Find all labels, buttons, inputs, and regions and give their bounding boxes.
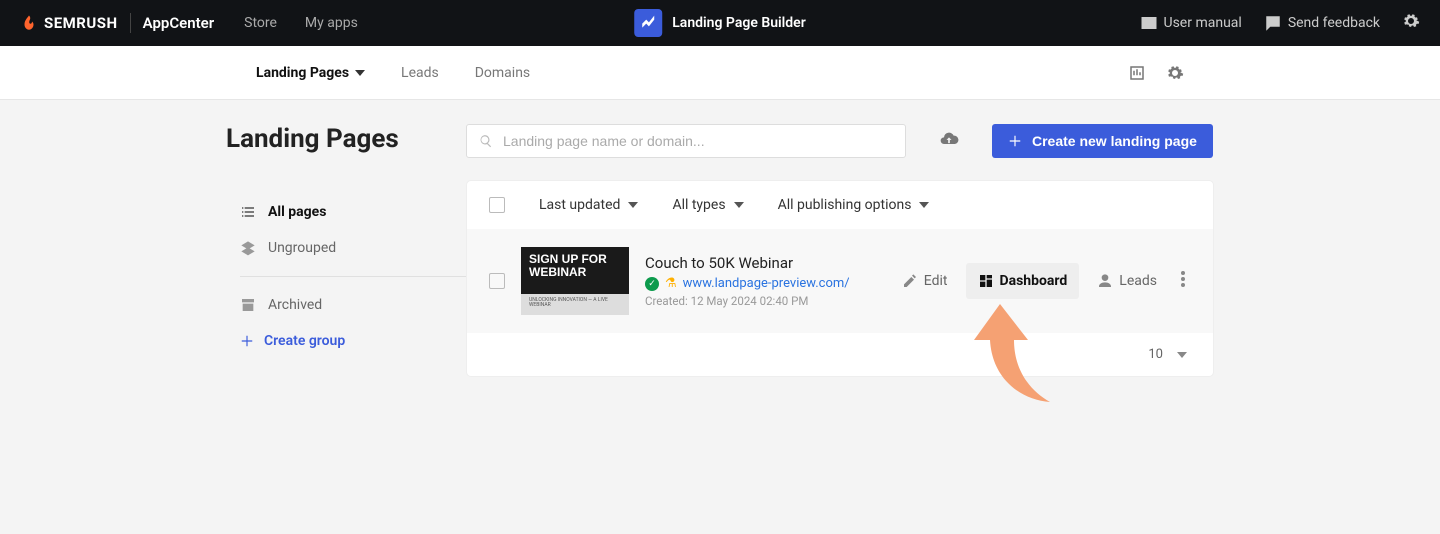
edit-button[interactable]: Edit <box>890 263 960 299</box>
filter-last-updated[interactable]: Last updated <box>539 197 638 213</box>
plus-icon <box>1008 134 1022 148</box>
layers-icon <box>240 240 256 256</box>
cloud-upload-button[interactable] <box>939 129 959 153</box>
filter-row: Last updated All types All publishing op… <box>467 181 1213 229</box>
chat-icon <box>1264 14 1282 32</box>
tab-label: Landing Pages <box>256 65 349 81</box>
nav-myapps[interactable]: My apps <box>305 15 358 31</box>
leads-button[interactable]: Leads <box>1085 263 1169 299</box>
sidebar-list: All pages Ungrouped Archived Create grou… <box>226 194 466 359</box>
semrush-icon <box>20 14 38 32</box>
sidebar: Landing Pages All pages Ungrouped Archiv… <box>0 124 466 377</box>
top-controls: Create new landing page <box>466 124 1214 158</box>
caret-down-icon[interactable] <box>1177 352 1187 358</box>
topbar-right: User manual Send feedback <box>1140 12 1421 34</box>
send-feedback-label: Send feedback <box>1288 15 1380 31</box>
page-url-link[interactable]: www.landpage-preview.com/c <box>683 276 849 291</box>
create-group-label: Create group <box>264 333 345 349</box>
published-badge-icon <box>645 277 659 291</box>
caret-down-icon <box>919 202 929 208</box>
more-vert-icon <box>1181 271 1185 287</box>
row-checkbox[interactable] <box>489 273 505 289</box>
thumb-sub: UNLOCKING INNOVATION — A LIVE WEBINAR <box>521 294 629 316</box>
subnav: Landing Pages Leads Domains <box>0 46 1440 100</box>
row-title[interactable]: Couch to 50K Webinar <box>645 254 874 272</box>
caret-down-icon <box>734 202 744 208</box>
current-app: Landing Page Builder <box>634 9 806 37</box>
app-icon <box>634 9 662 37</box>
filter-label: Last updated <box>539 197 620 213</box>
create-group-button[interactable]: Create group <box>226 323 466 359</box>
topbar: SEMRUSH AppCenter Store My apps Landing … <box>0 0 1440 46</box>
table-row: SIGN UP FOR WEBINAR UNLOCKING INNOVATION… <box>467 229 1213 333</box>
page-thumbnail[interactable]: SIGN UP FOR WEBINAR UNLOCKING INNOVATION… <box>521 247 629 315</box>
landing-pages-panel: Last updated All types All publishing op… <box>466 180 1214 377</box>
page-title: Landing Pages <box>226 124 466 154</box>
leads-label: Leads <box>1119 273 1157 289</box>
filter-all-types[interactable]: All types <box>672 197 743 213</box>
sidebar-item-label: All pages <box>268 204 326 220</box>
content: Create new landing page Last updated All… <box>466 124 1214 377</box>
gear-icon[interactable] <box>1166 64 1184 82</box>
caret-down-icon <box>628 202 638 208</box>
search-input[interactable] <box>503 133 893 149</box>
row-meta: ⚗ www.landpage-preview.com/c <box>645 276 874 291</box>
brand-logo[interactable]: SEMRUSH <box>20 14 118 32</box>
thumb-text: SIGN UP FOR WEBINAR <box>521 247 629 278</box>
sidebar-item-label: Archived <box>268 297 322 313</box>
subnav-tabs: Landing Pages Leads Domains <box>256 65 530 81</box>
filter-label: All publishing options <box>778 197 912 213</box>
thumb-line: SIGN UP FOR <box>529 253 621 266</box>
cloud-icon <box>939 129 959 149</box>
app-title: Landing Page Builder <box>672 15 806 31</box>
divider <box>240 276 466 277</box>
more-menu-button[interactable] <box>1175 265 1191 297</box>
ab-test-icon: ⚗ <box>665 276 677 291</box>
tab-landing-pages[interactable]: Landing Pages <box>256 65 365 81</box>
brand-name: SEMRUSH <box>44 14 118 32</box>
send-feedback-link[interactable]: Send feedback <box>1264 14 1380 32</box>
sidebar-item-ungrouped[interactable]: Ungrouped <box>226 230 466 266</box>
analytics-icon[interactable] <box>1128 64 1146 82</box>
select-all-checkbox[interactable] <box>489 197 505 213</box>
tab-leads[interactable]: Leads <box>401 65 439 81</box>
thumb-line: WEBINAR <box>529 266 621 279</box>
top-links: Store My apps <box>244 15 358 31</box>
dashboard-icon <box>978 273 994 289</box>
row-main: Couch to 50K Webinar ⚗ www.landpage-prev… <box>645 254 874 308</box>
sidebar-item-all-pages[interactable]: All pages <box>226 194 466 230</box>
search-box[interactable] <box>466 124 906 158</box>
edit-label: Edit <box>924 273 948 289</box>
person-icon <box>1097 273 1113 289</box>
sidebar-item-archived[interactable]: Archived <box>226 287 466 323</box>
row-actions: Edit Dashboard Leads <box>890 263 1191 299</box>
pagination: 10 <box>467 333 1213 376</box>
create-landing-page-button[interactable]: Create new landing page <box>992 124 1213 158</box>
book-icon <box>1140 14 1158 32</box>
created-label: Created: 12 May 2024 02:40 PM <box>645 294 874 308</box>
subnav-actions <box>1128 64 1184 82</box>
pencil-icon <box>902 273 918 289</box>
create-button-label: Create new landing page <box>1032 133 1197 149</box>
divider <box>130 13 131 33</box>
caret-down-icon <box>355 70 365 76</box>
appcenter-label[interactable]: AppCenter <box>143 14 214 32</box>
archive-icon <box>240 297 256 313</box>
list-icon <box>240 204 256 220</box>
main: Landing Pages All pages Ungrouped Archiv… <box>0 100 1440 377</box>
settings-button[interactable] <box>1402 12 1420 34</box>
search-icon <box>479 134 493 148</box>
sidebar-item-label: Ungrouped <box>268 240 336 256</box>
dashboard-label: Dashboard <box>1000 273 1068 289</box>
gear-icon <box>1402 12 1420 30</box>
filter-label: All types <box>672 197 725 213</box>
dashboard-button[interactable]: Dashboard <box>966 263 1080 299</box>
nav-store[interactable]: Store <box>244 15 277 31</box>
plus-icon <box>240 334 254 348</box>
tab-domains[interactable]: Domains <box>475 65 530 81</box>
user-manual-label: User manual <box>1164 15 1242 31</box>
filter-publishing[interactable]: All publishing options <box>778 197 930 213</box>
page-size[interactable]: 10 <box>1148 347 1163 362</box>
user-manual-link[interactable]: User manual <box>1140 14 1242 32</box>
